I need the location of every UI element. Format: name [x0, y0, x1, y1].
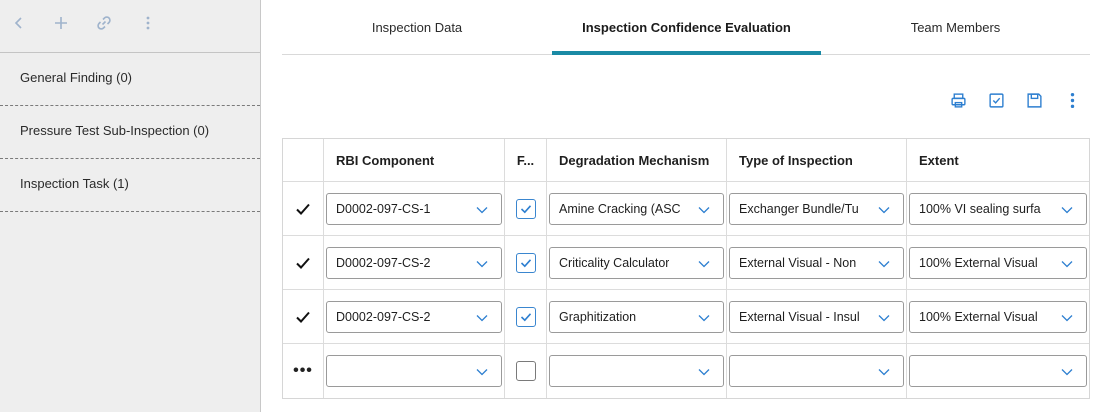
table-row: D0002-097-CS-1 Amine Cracking (ASC Excha…	[283, 182, 1089, 236]
chevron-down-icon	[698, 206, 710, 213]
header-extent[interactable]: Extent	[907, 139, 1089, 181]
grid-header-row: RBI Component F... Degradation Mechanism…	[283, 139, 1089, 182]
back-chevron-icon[interactable]	[8, 12, 30, 34]
extent-select[interactable]: 100% External Visual	[909, 246, 1087, 279]
chevron-down-icon	[878, 314, 890, 321]
left-toolbar	[0, 0, 260, 53]
degradation-mechanism-select[interactable]: Criticality Calculator	[549, 246, 724, 279]
chevron-down-icon	[1061, 314, 1073, 321]
type-of-inspection-select[interactable]: External Visual - Insul	[729, 300, 904, 333]
chevron-down-icon	[878, 206, 890, 213]
row-check-icon	[283, 236, 324, 289]
extent-select[interactable]: 100% VI sealing surfa	[909, 192, 1087, 225]
chevron-down-icon	[476, 206, 488, 213]
main-panel: Inspection Data Inspection Confidence Ev…	[262, 0, 1105, 412]
print-icon[interactable]	[939, 88, 977, 112]
flag-checkbox[interactable]	[515, 306, 536, 327]
grid-actions	[939, 88, 1091, 112]
check-icon	[520, 258, 531, 267]
header-degradation-mechanism[interactable]: Degradation Mechanism	[547, 139, 727, 181]
check-icon	[520, 204, 531, 213]
row-check-icon	[283, 182, 324, 235]
header-type-of-inspection[interactable]: Type of Inspection	[727, 139, 907, 181]
header-rbi-component[interactable]: RBI Component	[324, 139, 505, 181]
sidebar-item-general-finding[interactable]: General Finding (0)	[0, 53, 260, 106]
check-box-icon[interactable]	[977, 88, 1015, 112]
save-icon[interactable]	[1015, 88, 1053, 112]
add-icon[interactable]	[50, 12, 72, 34]
table-row: D0002-097-CS-2 Criticality Calculator Ex…	[283, 236, 1089, 290]
type-of-inspection-select[interactable]: External Visual - Non	[729, 246, 904, 279]
tab-inspection-confidence-evaluation[interactable]: Inspection Confidence Evaluation	[552, 0, 821, 55]
more-horizontal-icon[interactable]: •••	[293, 363, 313, 379]
check-icon	[520, 312, 531, 321]
flag-checkbox[interactable]	[515, 198, 536, 219]
chevron-down-icon	[476, 369, 488, 376]
header-flag[interactable]: F...	[505, 139, 547, 181]
rbi-component-select[interactable]: D0002-097-CS-1	[326, 192, 502, 225]
tab-inspection-data[interactable]: Inspection Data	[282, 0, 552, 54]
extent-select[interactable]: 100% External Visual	[909, 300, 1087, 333]
degradation-mechanism-select[interactable]: Amine Cracking (ASC	[549, 192, 724, 225]
rbi-component-select[interactable]: D0002-097-CS-2	[326, 246, 502, 279]
row-check-icon	[283, 290, 324, 343]
link-icon[interactable]	[93, 12, 115, 34]
rbi-component-select[interactable]: D0002-097-CS-2	[326, 300, 502, 333]
flag-checkbox[interactable]	[515, 361, 536, 381]
chevron-down-icon	[698, 369, 710, 376]
chevron-down-icon	[1061, 260, 1073, 267]
chevron-down-icon	[476, 260, 488, 267]
degradation-mechanism-select[interactable]	[549, 355, 724, 387]
chevron-down-icon	[1061, 369, 1073, 376]
table-row-new: •••	[283, 344, 1089, 398]
chevron-down-icon	[698, 260, 710, 267]
chevron-down-icon	[878, 260, 890, 267]
sidebar-list: General Finding (0) Pressure Test Sub-In…	[0, 53, 260, 212]
confidence-evaluation-grid: RBI Component F... Degradation Mechanism…	[282, 138, 1090, 399]
table-row: D0002-097-CS-2 Graphitization External V…	[283, 290, 1089, 344]
sidebar-item-pressure-test[interactable]: Pressure Test Sub-Inspection (0)	[0, 106, 260, 159]
type-of-inspection-select[interactable]	[729, 355, 904, 387]
more-vertical-icon[interactable]	[137, 12, 159, 34]
header-row-marker	[283, 139, 324, 181]
sidebar-item-inspection-task[interactable]: Inspection Task (1)	[0, 159, 260, 212]
more-vertical-icon[interactable]	[1053, 88, 1091, 112]
tab-bar: Inspection Data Inspection Confidence Ev…	[282, 0, 1090, 55]
chevron-down-icon	[878, 369, 890, 376]
flag-checkbox[interactable]	[515, 252, 536, 273]
extent-select[interactable]	[909, 355, 1087, 387]
rbi-component-select[interactable]	[326, 355, 502, 387]
tab-team-members[interactable]: Team Members	[821, 0, 1090, 54]
left-panel: General Finding (0) Pressure Test Sub-In…	[0, 0, 261, 412]
chevron-down-icon	[1061, 206, 1073, 213]
degradation-mechanism-select[interactable]: Graphitization	[549, 300, 724, 333]
type-of-inspection-select[interactable]: Exchanger Bundle/Tu	[729, 192, 904, 225]
chevron-down-icon	[476, 314, 488, 321]
chevron-down-icon	[698, 314, 710, 321]
